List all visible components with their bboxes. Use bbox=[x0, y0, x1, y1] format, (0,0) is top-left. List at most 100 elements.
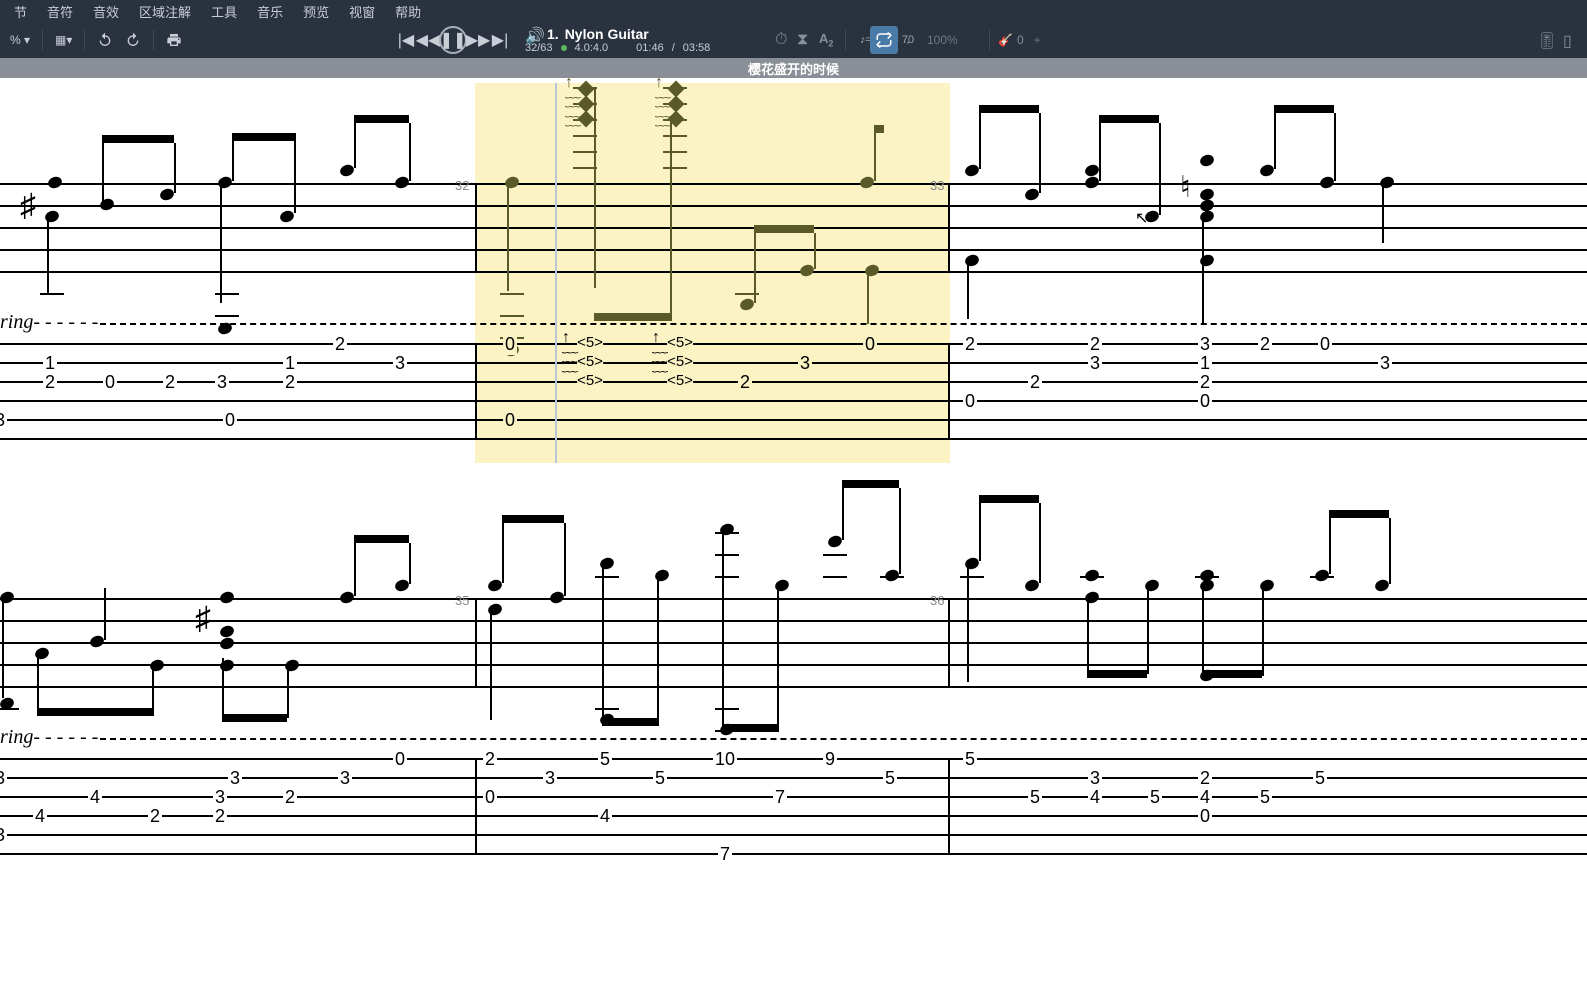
menu-effect[interactable]: 音效 bbox=[83, 0, 129, 23]
harmonic-fret[interactable]: <5> bbox=[577, 353, 603, 370]
menu-preview[interactable]: 预览 bbox=[293, 0, 339, 23]
fret-number[interactable]: 2 bbox=[148, 806, 162, 827]
fret-number[interactable]: 3 bbox=[1088, 353, 1102, 374]
fret-number[interactable]: 2 bbox=[1198, 768, 1212, 789]
fret-number[interactable]: 5 bbox=[963, 749, 977, 770]
fret-number[interactable]: 2 bbox=[213, 806, 227, 827]
loop-button[interactable] bbox=[870, 26, 898, 54]
fret-number[interactable]: 3 bbox=[1198, 334, 1212, 355]
fret-number[interactable]: 9 bbox=[823, 749, 837, 770]
layout-dropdown[interactable]: ▦ ▾ bbox=[51, 28, 76, 52]
fret-number[interactable]: 4 bbox=[598, 806, 612, 827]
print-button[interactable] bbox=[162, 28, 186, 52]
panel-toggle-icon[interactable]: ▯ bbox=[1563, 31, 1581, 49]
fret-number[interactable]: 5 bbox=[1313, 768, 1327, 789]
harmonic-fret[interactable]: <5> bbox=[667, 334, 693, 351]
fret-number[interactable]: 4 bbox=[1198, 787, 1212, 808]
fret-number[interactable]: 10 bbox=[713, 749, 737, 770]
mixer-icon[interactable]: 🎚 bbox=[1537, 31, 1555, 49]
countdown-icon[interactable]: ⧗ bbox=[797, 31, 815, 49]
fret-number[interactable]: 2 bbox=[283, 372, 297, 393]
fret-number[interactable]: 3 bbox=[228, 768, 242, 789]
fret-number[interactable]: 4 bbox=[1088, 787, 1102, 808]
fret-number[interactable]: 3 bbox=[213, 787, 227, 808]
fret-number[interactable]: 2 bbox=[963, 334, 977, 355]
fret-number[interactable]: 3 bbox=[0, 410, 7, 431]
fret-number[interactable]: 2 bbox=[1088, 334, 1102, 355]
fret-number[interactable]: 3 bbox=[0, 825, 7, 846]
fast-forward-button[interactable]: ▶▶ bbox=[467, 29, 489, 51]
fret-number[interactable]: 7 bbox=[773, 787, 787, 808]
fret-number[interactable]: 2 bbox=[43, 372, 57, 393]
fret-number[interactable]: 5 bbox=[598, 749, 612, 770]
fret-number[interactable]: 3 bbox=[393, 353, 407, 374]
bar-number-33: 33 bbox=[930, 178, 944, 193]
playhead bbox=[555, 83, 557, 463]
harmonic-fret[interactable]: <5> bbox=[667, 353, 693, 370]
fret-number[interactable]: 5 bbox=[653, 768, 667, 789]
fret-number[interactable]: 0 bbox=[1198, 391, 1212, 412]
fret-number[interactable]: 0 bbox=[393, 749, 407, 770]
undo-button[interactable] bbox=[93, 28, 117, 52]
menu-region-annotation[interactable]: 区域注解 bbox=[129, 0, 201, 23]
fret-number[interactable]: 2 bbox=[283, 787, 297, 808]
fret-number[interactable]: 4 bbox=[88, 787, 102, 808]
tempo-control[interactable]: ♩ 100% bbox=[905, 31, 958, 49]
fret-number[interactable]: 0 bbox=[1198, 806, 1212, 827]
goto-end-button[interactable]: ▶| bbox=[489, 29, 511, 51]
fretboard-tool[interactable]: 🎸 0 + bbox=[985, 30, 1041, 50]
fret-number[interactable]: 5 bbox=[1028, 787, 1042, 808]
fret-number[interactable]: 0 bbox=[103, 372, 117, 393]
fret-number[interactable]: 7 bbox=[718, 844, 732, 865]
fret-number[interactable]: 0 bbox=[503, 334, 517, 355]
score-area[interactable]: ring- - - - - - 32 33 ↖ ♯ bbox=[0, 78, 1587, 992]
ring-dash-2 bbox=[100, 738, 1587, 740]
fret-number[interactable]: 4 bbox=[33, 806, 47, 827]
fret-number[interactable]: 3 bbox=[0, 768, 7, 789]
redo-button[interactable] bbox=[121, 28, 145, 52]
fret-number[interactable]: 1 bbox=[283, 353, 297, 374]
menu-music[interactable]: 音乐 bbox=[247, 0, 293, 23]
fret-number[interactable]: 1 bbox=[43, 353, 57, 374]
metronome-icon[interactable]: ⏱ bbox=[775, 31, 793, 49]
zoom-dropdown[interactable]: % ▾ bbox=[6, 28, 34, 52]
transport-controls: |◀ ◀◀ ❚❚ ▶▶ ▶| bbox=[395, 26, 511, 54]
plus-icon[interactable]: + bbox=[1034, 33, 1041, 47]
fret-number[interactable]: 3 bbox=[1088, 768, 1102, 789]
fret-number[interactable]: 2 bbox=[1258, 334, 1272, 355]
fret-number[interactable]: 3 bbox=[215, 372, 229, 393]
menu-window[interactable]: 视窗 bbox=[339, 0, 385, 23]
fret-number[interactable]: 3 bbox=[1378, 353, 1392, 374]
fret-number[interactable]: 0 bbox=[503, 410, 517, 431]
fret-number[interactable]: 2 bbox=[163, 372, 177, 393]
fret-number[interactable]: 3 bbox=[798, 353, 812, 374]
rewind-button[interactable]: ◀◀ bbox=[417, 29, 439, 51]
fret-number[interactable]: 2 bbox=[1028, 372, 1042, 393]
goto-start-button[interactable]: |◀ bbox=[395, 29, 417, 51]
fret-number[interactable]: 1 bbox=[1198, 353, 1212, 374]
menu-note[interactable]: 音符 bbox=[37, 0, 83, 23]
fret-number[interactable]: 0 bbox=[1318, 334, 1332, 355]
harmonic-fret[interactable]: <5> bbox=[577, 334, 603, 351]
fret-number[interactable]: 3 bbox=[543, 768, 557, 789]
a-label[interactable]: A2 bbox=[819, 31, 837, 49]
fret-number[interactable]: 0 bbox=[963, 391, 977, 412]
fret-number[interactable]: 0 bbox=[483, 787, 497, 808]
menu-help[interactable]: 帮助 bbox=[385, 0, 431, 23]
harmonic-fret[interactable]: <5> bbox=[667, 372, 693, 389]
fret-number[interactable]: 5 bbox=[1258, 787, 1272, 808]
menu-tools[interactable]: 工具 bbox=[201, 0, 247, 23]
fret-number[interactable]: 0 bbox=[863, 334, 877, 355]
fret-number[interactable]: 3 bbox=[338, 768, 352, 789]
fret-number[interactable]: 2 bbox=[333, 334, 347, 355]
harmonic-fret[interactable]: <5> bbox=[577, 372, 603, 389]
fret-number[interactable]: 5 bbox=[1148, 787, 1162, 808]
fret-number[interactable]: 2 bbox=[1198, 372, 1212, 393]
pause-button[interactable]: ❚❚ bbox=[439, 26, 467, 54]
fret-number[interactable]: 5 bbox=[883, 768, 897, 789]
fret-number[interactable]: 2 bbox=[483, 749, 497, 770]
fret-number[interactable]: 2 bbox=[738, 372, 752, 393]
menu-measure[interactable]: 节 bbox=[4, 0, 37, 23]
fret-number[interactable]: 0 bbox=[223, 410, 237, 431]
track-name: Nylon Guitar bbox=[565, 26, 649, 42]
